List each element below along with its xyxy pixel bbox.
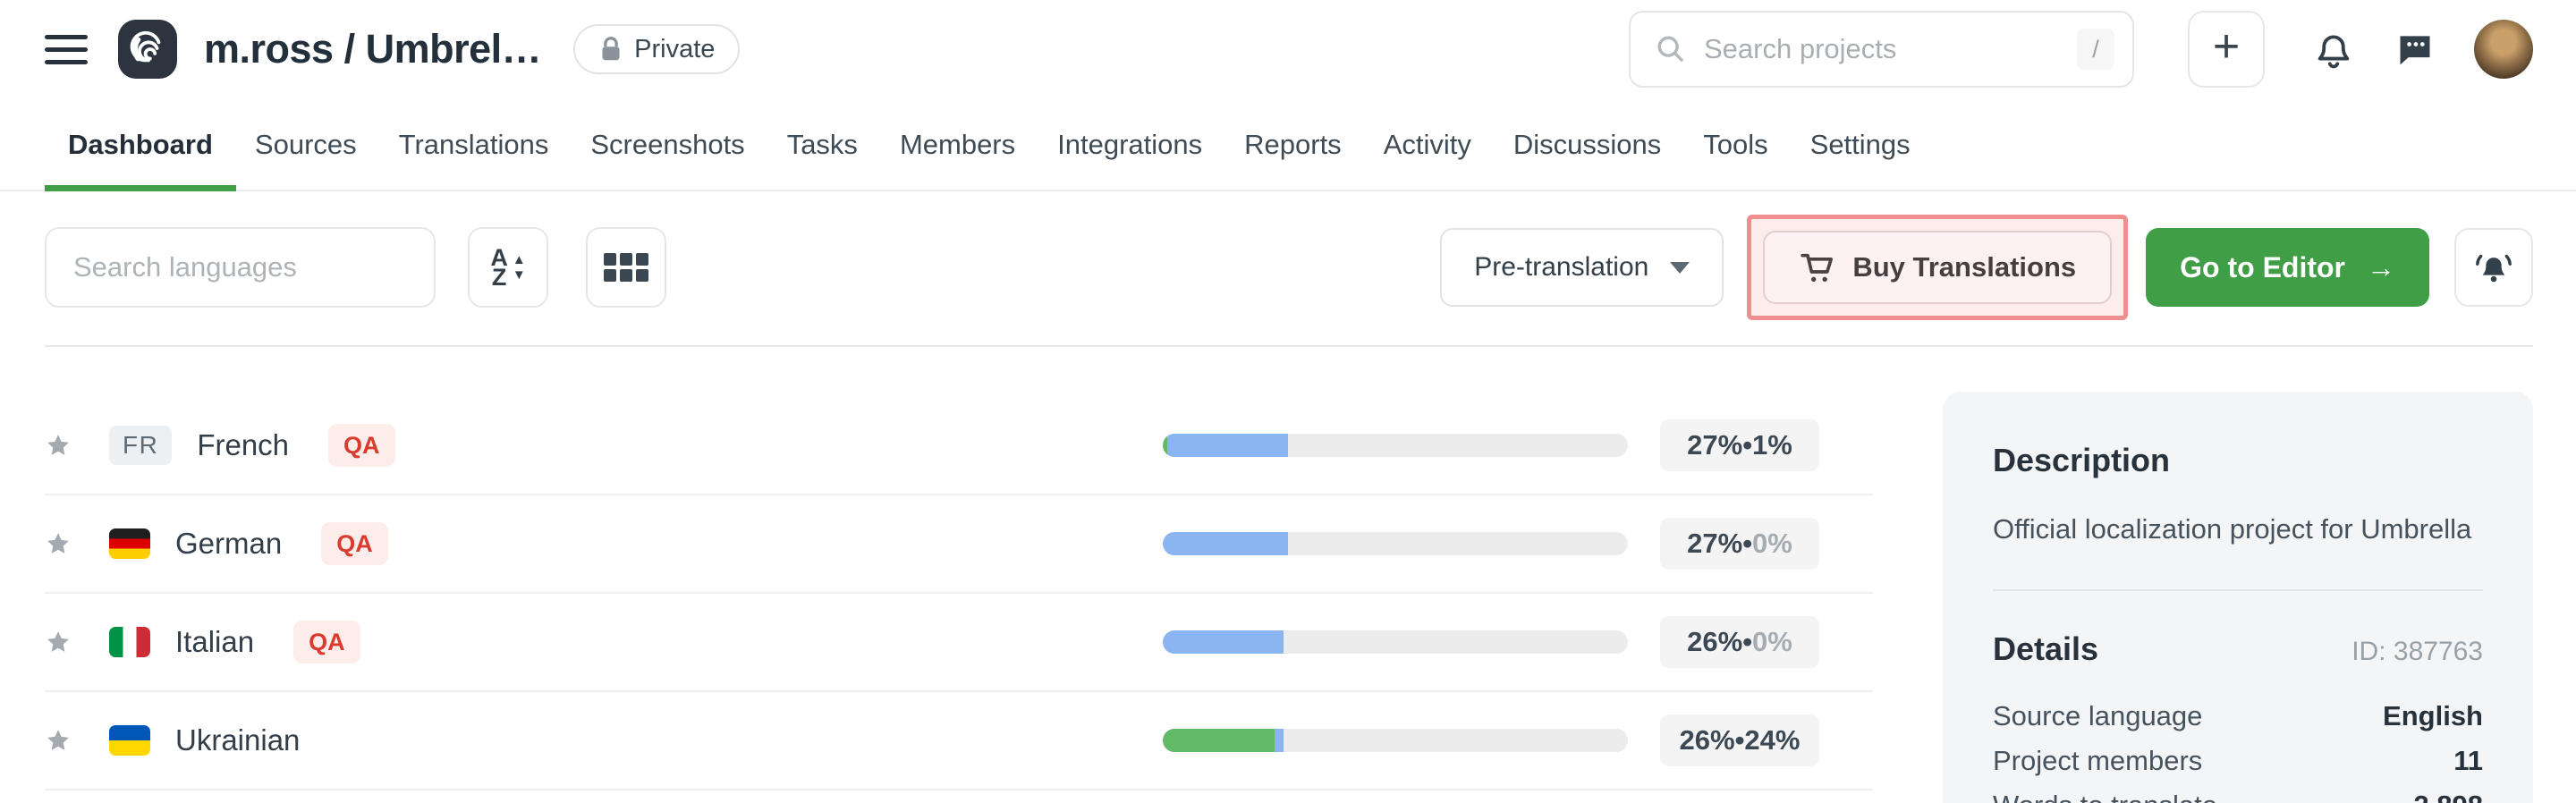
detail-row: Source language English [1993,700,2483,732]
crowdin-logo-icon[interactable] [118,20,177,79]
tab-discussions[interactable]: Discussions [1513,98,1661,190]
translated-progress-segment [1163,532,1288,555]
language-row-italian[interactable]: Italian QA 26%•0% [45,594,1873,692]
language-flag-icon [109,528,150,559]
description-text: Official localization project for Umbrel… [1993,510,2483,548]
search-projects-input[interactable] [1704,33,2059,65]
qa-issues-badge[interactable]: QA [321,522,388,565]
arrow-right-icon: → [2367,251,2395,284]
panel-divider [1993,589,2483,591]
language-row-french[interactable]: FR French QA 27%•1% [45,397,1873,495]
tab-tasks[interactable]: Tasks [787,98,858,190]
tab-activity[interactable]: Activity [1384,98,1471,190]
language-row-german[interactable]: German QA 27%•0% [45,495,1873,594]
tab-translations[interactable]: Translations [399,98,549,190]
notifications-bell-icon[interactable] [2313,29,2354,70]
announcements-bell-button[interactable] [2454,228,2533,307]
translation-progress-bar [1163,532,1628,555]
progress-percentage-badge[interactable]: 26%•0% [1660,616,1819,668]
language-row-ukrainian[interactable]: Ukrainian 26%•24% [45,692,1873,790]
search-icon [1656,34,1686,64]
tab-tools[interactable]: Tools [1703,98,1767,190]
project-tab-bar: Dashboard Sources Translations Screenshots T… [0,98,2576,191]
tab-sources[interactable]: Sources [255,98,357,190]
ringing-bell-icon [2473,247,2514,288]
tab-reports[interactable]: Reports [1244,98,1342,190]
hamburger-menu-icon[interactable] [45,35,88,64]
private-badge-label: Private [634,35,715,64]
dashboard-content: FR French QA 27%•1% Germa [0,347,2576,803]
language-list: FR French QA 27%•1% Germa [45,347,1873,803]
detail-row: Project members 11 [1993,745,2483,777]
language-name: French [197,428,289,462]
slash-shortcut-key: / [2077,29,2114,70]
qa-issues-badge[interactable]: QA [293,621,360,664]
tab-members[interactable]: Members [900,98,1015,190]
user-avatar[interactable] [2474,20,2533,79]
grid-view-button[interactable] [586,227,666,308]
details-rows: Source language English Project members … [1993,700,2483,803]
tab-screenshots[interactable]: Screenshots [590,98,744,190]
cart-icon [1799,249,1835,285]
progress-percentage-badge[interactable]: 26%•24% [1660,714,1819,766]
language-flag-icon [109,725,150,756]
go-to-editor-button[interactable]: Go to Editor → [2146,228,2429,307]
project-details-panel: Description Official localization projec… [1943,392,2533,803]
translation-progress-bar [1163,729,1628,752]
translation-progress-bar [1163,434,1628,457]
dashboard-toolbar: AZ ▲▼ Pre-translation Buy Translations G… [0,215,2576,320]
buy-translations-button[interactable]: Buy Translations [1763,231,2112,304]
sort-az-button[interactable]: AZ ▲▼ [468,227,548,308]
lock-icon [598,36,623,63]
description-title: Description [1993,442,2483,479]
chevron-down-icon [1670,262,1690,274]
progress-percentage-badge[interactable]: 27%•1% [1660,419,1819,471]
progress-percentage-badge[interactable]: 27%•0% [1660,518,1819,570]
tab-settings[interactable]: Settings [1810,98,1911,190]
favorite-star-icon[interactable] [45,629,72,655]
language-name: German [175,527,282,561]
language-code-badge: FR [109,426,172,465]
project-id: ID: 387763 [2351,637,2483,667]
top-bar: m.ross / Umbrel… Private / + [0,0,2576,98]
translated-progress-segment [1163,630,1284,654]
translation-progress-bar [1163,630,1628,654]
tab-integrations[interactable]: Integrations [1057,98,1202,190]
favorite-star-icon[interactable] [45,432,72,459]
language-name: Italian [175,625,254,659]
favorite-star-icon[interactable] [45,530,72,557]
qa-issues-badge[interactable]: QA [328,424,395,467]
detail-row: Words to translate 2 898 [1993,790,2483,803]
favorite-star-icon[interactable] [45,727,72,754]
search-projects-box[interactable]: / [1629,11,2134,88]
project-title: m.ross / Umbrel… [204,26,541,72]
create-project-button[interactable]: + [2188,11,2265,88]
search-languages-input[interactable] [45,227,436,308]
messages-chat-icon[interactable] [2395,30,2435,69]
approved-progress-segment [1163,729,1275,752]
annotation-highlight-box: Buy Translations [1747,215,2128,320]
pre-translation-dropdown[interactable]: Pre-translation [1440,228,1724,307]
language-name: Ukrainian [175,723,300,757]
grid-view-icon [604,253,648,282]
details-title: Details [1993,630,2098,668]
language-flag-icon [109,627,150,657]
translated-progress-segment [1275,729,1284,752]
translated-progress-segment [1167,434,1288,457]
sort-az-icon: AZ ▲▼ [490,248,525,287]
private-badge: Private [573,24,740,74]
tab-dashboard[interactable]: Dashboard [68,98,213,190]
